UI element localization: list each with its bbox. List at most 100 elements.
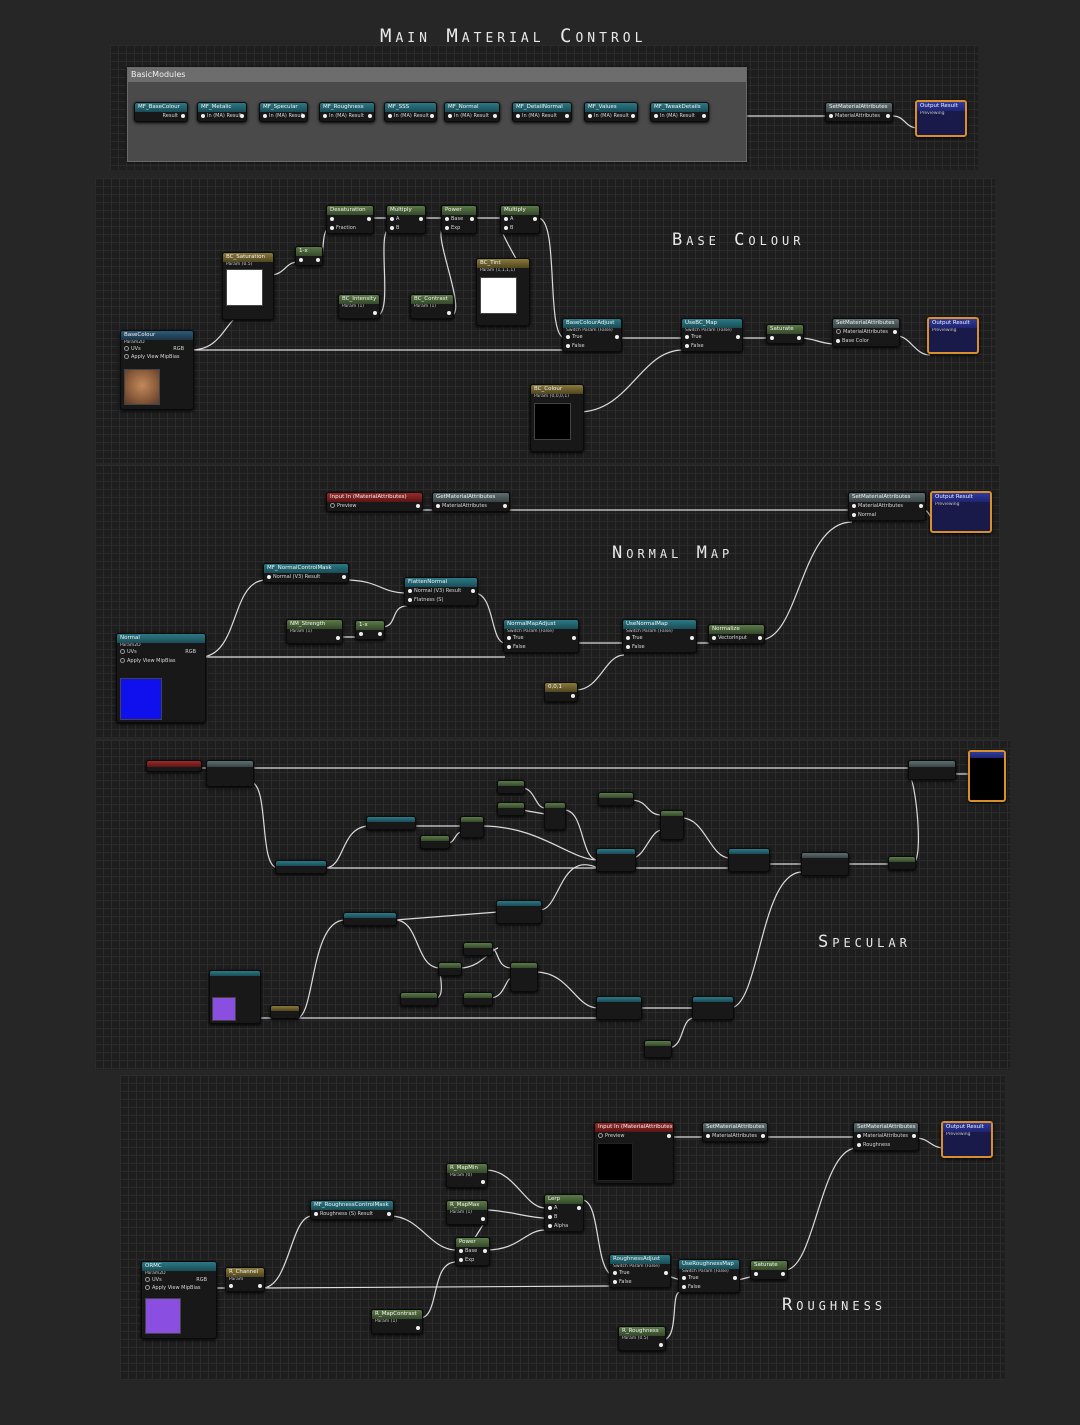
spec-node-g[interactable]	[420, 835, 450, 849]
rough-setmaterial-node-1[interactable]: SetMaterialAttributes MaterialAttributes	[702, 1122, 768, 1142]
input-title: Input In (MaterialAttributes)	[327, 493, 422, 502]
spec-node-s[interactable]	[400, 992, 438, 1006]
r-mapmax-node[interactable]: R_MapMax Param (1)	[446, 1200, 488, 1225]
base-output-node[interactable]: Output Result Previewing	[927, 317, 979, 354]
basecolour-texture-node[interactable]: BaseColour Param2D UVs RGB Apply View Mip…	[120, 330, 194, 410]
module-node-2[interactable]: MF_Metalic In (MA) Result	[197, 102, 247, 122]
power-row: Exp	[442, 224, 476, 233]
power-row: Exp	[456, 1256, 489, 1265]
r-channel-node[interactable]: R_Channel Param	[225, 1267, 265, 1292]
normal-output-node[interactable]: Output Result Previewing	[930, 491, 992, 533]
spec-node-b-header	[498, 803, 524, 808]
spec-node-f[interactable]	[460, 816, 484, 838]
spec-node-h[interactable]	[660, 810, 684, 840]
spec-getmat-node[interactable]	[206, 760, 254, 787]
main-setmaterial-node[interactable]: SetMaterialAttributes MaterialAttributes	[825, 102, 893, 122]
module-node-8[interactable]: MF_Values In (MA) Result	[584, 102, 638, 122]
use-bc-map-node[interactable]: UseBC_Map Switch Param (False) True Fals…	[681, 318, 743, 352]
saturate-row	[767, 334, 803, 343]
module-node-1[interactable]: MF_BaseColour Result	[134, 102, 188, 122]
bc-colour-node[interactable]: BC_Colour Param (0,0,0,1)	[530, 384, 584, 452]
rough-mask-node[interactable]: MF_RoughnessControlMask Roughness (S) Re…	[310, 1200, 394, 1220]
input-title: Input In (MaterialAttributes)	[595, 1123, 673, 1132]
spec-node-u[interactable]	[596, 996, 642, 1020]
multiply-node-1[interactable]: Multiply A B	[386, 205, 426, 234]
spec-node-q[interactable]	[438, 962, 462, 976]
bc-adjust-node[interactable]: BaseColourAdjust Switch Param (False) Tr…	[562, 318, 622, 352]
bc-saturation-node[interactable]: BC_Saturation Param (0.5)	[222, 252, 274, 320]
flatten-normal-node[interactable]: FlattenNormal Normal (V3) Result Flatnes…	[404, 577, 478, 606]
spec-node-n[interactable]	[496, 900, 542, 924]
main-output-node[interactable]: Output Result Previewing	[915, 100, 967, 137]
setmaterial-row: MaterialAttributes	[833, 328, 899, 337]
power-node[interactable]: Power Base Exp	[441, 205, 477, 234]
base-setmaterial-node[interactable]: SetMaterialAttributes MaterialAttributes…	[832, 318, 900, 347]
multiply-node-2[interactable]: Multiply A B	[500, 205, 540, 234]
rough-lerp-node[interactable]: Lerp A B Alpha	[544, 1194, 584, 1232]
rough-setmaterial-node-2[interactable]: SetMaterialAttributes MaterialAttributes…	[853, 1122, 919, 1151]
normal-setmaterial-node[interactable]: SetMaterialAttributes MaterialAttributes…	[848, 492, 926, 521]
one-minus-node[interactable]: 1-x	[295, 246, 323, 266]
spec-node-w[interactable]	[644, 1040, 672, 1058]
module-node-4[interactable]: MF_Roughness In (MA) Result	[319, 102, 375, 122]
rough-adjust-node[interactable]: RoughnessAdjust Switch Param (False) Tru…	[609, 1254, 671, 1288]
saturate-node[interactable]: Saturate	[766, 324, 804, 344]
spec-node-r[interactable]	[510, 962, 538, 992]
spec-node-i[interactable]	[596, 848, 636, 872]
module-node-3[interactable]: MF_Specular In (MA) Result	[259, 102, 308, 122]
spec-node-d[interactable]	[598, 792, 634, 806]
rough-power-node[interactable]: Power Base Exp	[455, 1237, 490, 1266]
normal-mask-node[interactable]: MF_NormalControlMask Normal (V3) Result	[263, 563, 349, 583]
module-node-9[interactable]: MF_TweakDetails In (MA) Result	[650, 102, 709, 122]
normalize-node[interactable]: Normalize VectorInput	[708, 624, 765, 644]
normal-getmaterial-node[interactable]: GetMaterialAttributes MaterialAttributes	[432, 492, 510, 512]
module-title: MF_Metalic	[198, 103, 246, 112]
bccolour-swatch	[534, 403, 571, 440]
spec-node-j[interactable]	[728, 848, 770, 872]
normal-adjust-node[interactable]: NormalMapAdjust Switch Param (False) Tru…	[503, 619, 579, 653]
use-normal-map-node[interactable]: UseNormalMap Switch Param (False) True F…	[622, 619, 697, 653]
module-node-7[interactable]: MF_DetailNormal In (MA) Result	[512, 102, 572, 122]
spec-setmat-node[interactable]	[908, 760, 956, 780]
normal-constant-node[interactable]: 0,0,1	[544, 682, 578, 702]
spec-node-l[interactable]	[888, 856, 916, 870]
spec-texture-node[interactable]	[209, 970, 261, 1024]
normal-input-node[interactable]: Input In (MaterialAttributes) Preview	[326, 492, 423, 512]
rough-input-node[interactable]: Input In (MaterialAttributes) Preview	[594, 1122, 674, 1184]
normal-one-minus-node[interactable]: 1-x	[355, 620, 385, 640]
spec-node-t[interactable]	[463, 992, 493, 1006]
spec-node-e[interactable]	[366, 816, 416, 830]
spec-node-c[interactable]	[544, 802, 566, 830]
bc-intensity-node[interactable]: BC_Intensity Param (1)	[338, 294, 380, 319]
roughness-param-row	[619, 1341, 665, 1350]
bc-contrast-node[interactable]: BC_Contrast Param (1)	[410, 294, 454, 319]
nm-strength-node[interactable]: NM_Strength Param (1)	[286, 619, 343, 644]
spec-node-x[interactable]	[270, 1005, 300, 1019]
spec-node-v[interactable]	[692, 996, 734, 1020]
module-title: MF_BaseColour	[135, 103, 187, 112]
r-roughness-node[interactable]: R_Roughness Param (0.5)	[618, 1326, 666, 1351]
spec-node-k[interactable]	[801, 852, 849, 876]
spec-input-node[interactable]	[146, 760, 202, 772]
r-mapmin-node[interactable]: R_MapMin Param (0)	[446, 1163, 488, 1188]
spec-node-a[interactable]	[497, 780, 525, 794]
bc-tint-node[interactable]: BC_Tint Param (1,1,1,1)	[476, 258, 530, 326]
r-mapcontrast-node[interactable]: R_MapContrast Param (1)	[371, 1309, 423, 1334]
normal-texture-node[interactable]: Normal Param2D UVs RGB Apply View MipBias	[116, 633, 206, 723]
spec-node-o[interactable]	[343, 912, 397, 926]
module-node-5[interactable]: MF_SSS In (MA) Result	[384, 102, 437, 122]
normal-tex-uvs: UVs RGB	[117, 648, 205, 657]
spec-node-p[interactable]	[463, 942, 493, 956]
spec-node-m[interactable]	[275, 860, 327, 874]
orm-tex-uvs: UVs RGB	[142, 1276, 216, 1284]
desaturation-node[interactable]: Desaturation Fraction	[326, 205, 374, 234]
use-roughness-map-node[interactable]: UseRoughnessMap Switch Param (False) Tru…	[678, 1259, 740, 1293]
spec-output-node[interactable]	[968, 750, 1006, 802]
saturate-row	[751, 1270, 787, 1279]
spec-node-b[interactable]	[497, 802, 525, 816]
module-node-6[interactable]: MF_Normal In (MA) Result	[444, 102, 500, 122]
orm-texture-node[interactable]: ORMC Param2D UVs RGB Apply View MipBias	[141, 1261, 217, 1339]
rough-saturate-node[interactable]: Saturate	[750, 1260, 788, 1280]
rough-output-node[interactable]: Output Result Previewing	[941, 1121, 993, 1158]
orm-tex-title: ORMC	[142, 1262, 216, 1271]
